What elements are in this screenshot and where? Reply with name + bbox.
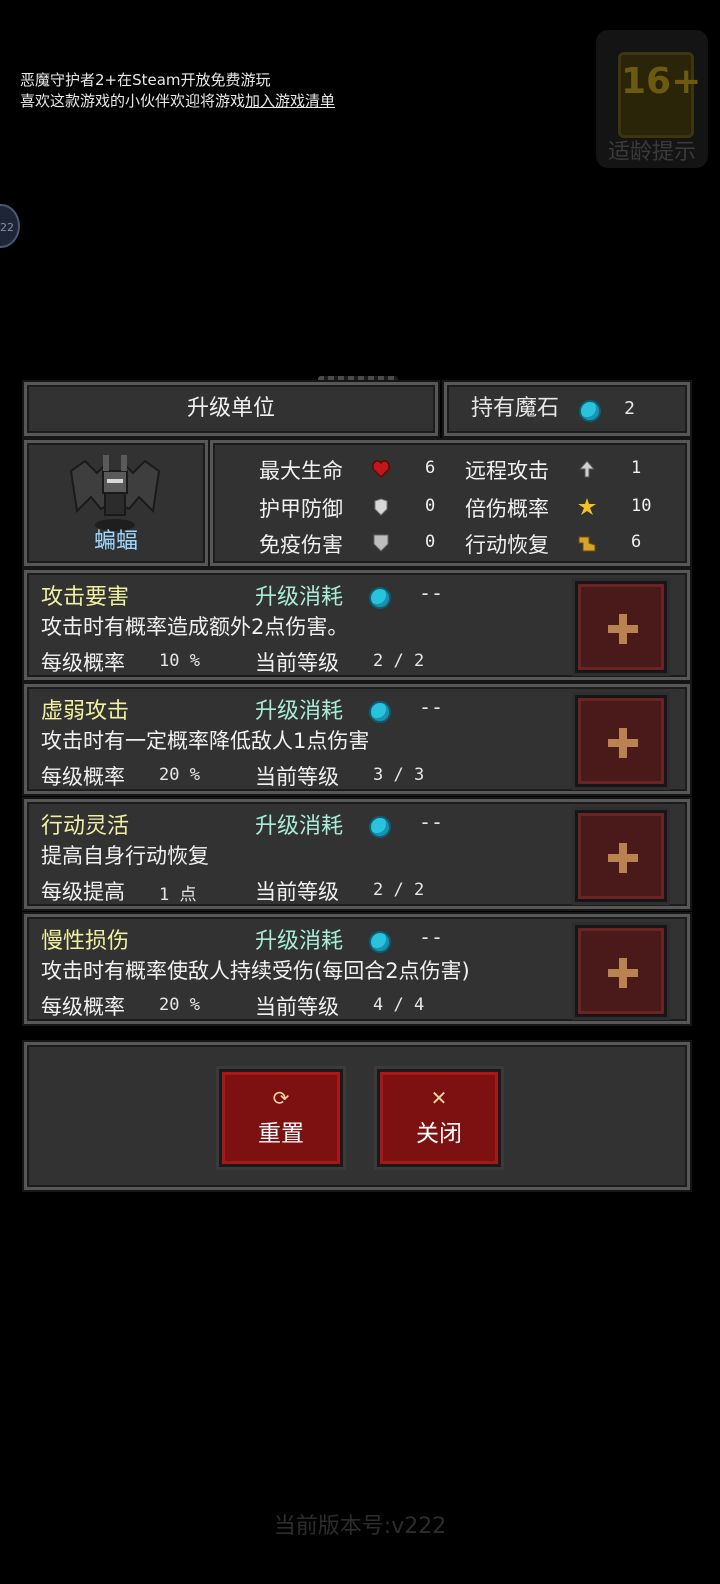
upgrade-cost-value: --: [419, 695, 444, 719]
plus-icon: [608, 614, 638, 644]
stat-label: 免疫伤害: [259, 533, 343, 557]
stat-value: 6: [631, 532, 642, 552]
skill-name: 慢性损伤: [41, 929, 130, 954]
reset-label: 重置: [258, 1121, 304, 1147]
gem-icon: [369, 587, 391, 609]
level-value: 4 / 4: [373, 995, 425, 1015]
skill-description: 攻击时有概率使敌人持续受伤(每回合2点伤害): [41, 959, 470, 983]
panel-title: 升级单位: [24, 382, 438, 436]
stat-value: 1: [631, 458, 642, 478]
upgrade-cost-value: --: [419, 581, 444, 605]
promo-prefix: 喜欢这款游戏的小伙伴欢迎将游戏: [20, 92, 246, 110]
rate-value: 1 点: [159, 885, 197, 905]
stat-label: 倍伤概率: [465, 497, 549, 521]
wishlist-link[interactable]: 加入游戏清单: [245, 92, 335, 110]
upgrade-cost-label: 升级消耗: [255, 699, 344, 724]
close-icon: ✕: [430, 1086, 448, 1110]
stat-action-recovery: 行动恢复 6: [465, 529, 641, 559]
stat-value: 0: [425, 532, 436, 552]
stat-ranged-attack: 远程攻击 1: [465, 455, 641, 485]
stat-armor: 护甲防御 0: [259, 493, 435, 523]
action-bar: ⟳ 重置 ✕ 关闭: [24, 1042, 690, 1190]
reset-button[interactable]: ⟳ 重置: [219, 1069, 343, 1167]
upgrade-button[interactable]: [575, 925, 667, 1017]
upgrade-cost-label: 升级消耗: [255, 585, 344, 610]
rate-label: 每级概率: [41, 651, 125, 675]
stat-value: 0: [425, 496, 436, 516]
gem-icon: [369, 701, 391, 723]
rate-label: 每级提高: [41, 880, 125, 904]
age-rating-value: 16+: [621, 61, 702, 102]
floating-badge[interactable]: 22: [0, 204, 20, 248]
stat-value: 10: [631, 496, 652, 516]
bat-icon: [69, 455, 161, 531]
upgrade-cost-value: --: [419, 810, 444, 834]
upgrade-cost-label: 升级消耗: [255, 814, 344, 839]
upgrade-button[interactable]: [575, 695, 667, 787]
skill-description: 提高自身行动恢复: [41, 844, 209, 868]
age-rating-badge[interactable]: 16+ 适龄提示: [596, 30, 708, 168]
unit-stats: 最大生命 6 远程攻击 1 护甲防御 0 倍伤概率 10 免疫伤害 0 行动恢复…: [210, 440, 690, 566]
skill-name: 虚弱攻击: [41, 699, 130, 724]
stat-label: 行动恢复: [465, 533, 549, 557]
level-label: 当前等级: [255, 765, 339, 789]
plus-icon: [608, 958, 638, 988]
stone-count: 2: [624, 398, 635, 419]
upgrade-cost-label: 升级消耗: [255, 929, 344, 954]
skill-card: 攻击要害 升级消耗 -- 攻击时有概率造成额外2点伤害。 每级概率 10 % 当…: [24, 570, 690, 680]
level-label: 当前等级: [255, 995, 339, 1019]
stone-counter: 持有魔石 2: [444, 382, 690, 436]
refresh-icon: ⟳: [272, 1086, 290, 1110]
skill-name: 行动灵活: [41, 814, 130, 839]
gem-icon: [369, 816, 391, 838]
close-label: 关闭: [416, 1121, 462, 1147]
stat-crit-chance: 倍伤概率 10: [465, 493, 651, 523]
stat-immunity: 免疫伤害 0: [259, 529, 435, 559]
unit-name: 蝙蝠: [93, 529, 138, 554]
stat-value: 6: [425, 458, 436, 478]
rate-value: 10 %: [159, 651, 200, 671]
level-value: 2 / 2: [373, 651, 425, 671]
skill-description: 攻击时有概率造成额外2点伤害。: [41, 615, 349, 639]
promo-text-2: 喜欢这款游戏的小伙伴欢迎将游戏加入游戏清单: [20, 91, 335, 112]
star-icon: [578, 498, 596, 515]
skill-card: 行动灵活 升级消耗 -- 提高自身行动恢复 每级提高 1 点 当前等级 2 / …: [24, 799, 690, 909]
rate-value: 20 %: [159, 995, 200, 1015]
arrow-icon: [578, 460, 596, 478]
unit-portrait: 蝙蝠: [24, 440, 208, 566]
rate-value: 20 %: [159, 765, 200, 785]
skill-description: 攻击时有一定概率降低敌人1点伤害: [41, 729, 370, 753]
age-rating-caption: 适龄提示: [607, 140, 696, 165]
armor-icon: [374, 498, 388, 516]
plus-icon: [608, 728, 638, 758]
boot-icon: [578, 536, 596, 552]
gem-icon: [579, 400, 601, 422]
stat-label: 远程攻击: [465, 459, 549, 483]
plus-icon: [608, 843, 638, 873]
rate-label: 每级概率: [41, 765, 125, 789]
upgrade-cost-value: --: [419, 925, 444, 949]
promo-banner: 恶魔守护者2+在Steam开放免费游玩 喜欢这款游戏的小伙伴欢迎将游戏加入游戏清…: [20, 70, 335, 112]
level-value: 3 / 3: [373, 765, 425, 785]
shield-icon: [373, 534, 389, 552]
upgrade-button[interactable]: [575, 810, 667, 902]
rate-label: 每级概率: [41, 995, 125, 1019]
version-label: 当前版本号:v222: [273, 1514, 447, 1539]
skill-name: 攻击要害: [41, 585, 130, 610]
heart-icon: [372, 460, 390, 479]
stat-label: 护甲防御: [259, 497, 343, 521]
skill-card: 慢性损伤 升级消耗 -- 攻击时有概率使敌人持续受伤(每回合2点伤害) 每级概率…: [24, 914, 690, 1024]
level-label: 当前等级: [255, 880, 339, 904]
stone-label: 持有魔石: [471, 396, 560, 421]
level-value: 2 / 2: [373, 880, 425, 900]
gem-icon: [369, 931, 391, 953]
upgrade-button[interactable]: [575, 581, 667, 673]
stat-label: 最大生命: [259, 459, 343, 483]
level-label: 当前等级: [255, 651, 339, 675]
skill-card: 虚弱攻击 升级消耗 -- 攻击时有一定概率降低敌人1点伤害 每级概率 20 % …: [24, 684, 690, 794]
age-rating-icon: 16+: [618, 52, 701, 138]
promo-text: 恶魔守护者2+在Steam开放免费游玩: [20, 71, 271, 89]
close-button[interactable]: ✕ 关闭: [377, 1069, 501, 1167]
stat-max-hp: 最大生命 6: [259, 455, 435, 485]
